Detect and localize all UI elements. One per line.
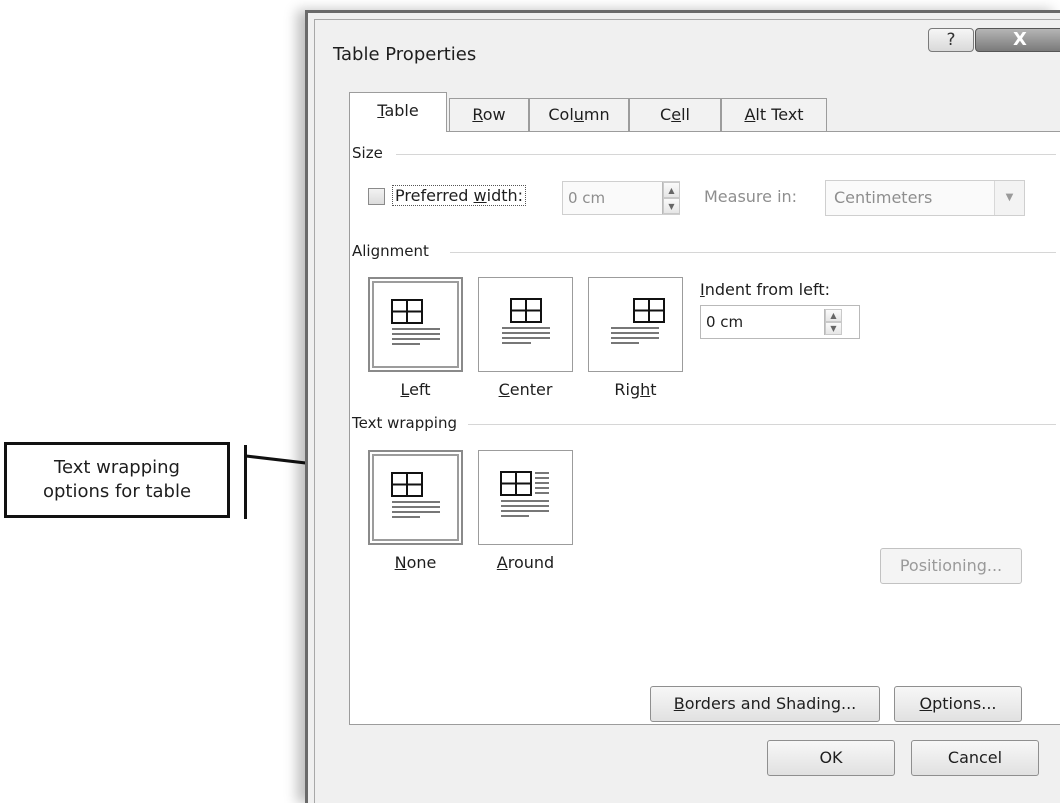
align-left-icon (391, 299, 440, 345)
wrap-around-icon (500, 471, 549, 517)
indent-spinner[interactable]: ▲ ▼ (824, 309, 842, 335)
chevron-down-icon[interactable]: ▼ (994, 181, 1024, 215)
align-left-label: Left (400, 380, 431, 399)
callout-line-2: options for table (42, 481, 192, 502)
text-wrapping-divider (468, 424, 1056, 425)
spin-up-icon[interactable]: ▲ (663, 182, 680, 198)
align-right-label: Right (614, 380, 657, 399)
measure-in-value: Centimeters (834, 188, 933, 207)
dialog-title: Table Properties (333, 44, 477, 65)
align-center-option[interactable] (478, 277, 573, 372)
tab-column[interactable]: Column (529, 98, 629, 131)
tab-row[interactable]: Row (449, 98, 529, 131)
callout-line-1: Text wrapping (54, 457, 180, 478)
close-icon: X (1013, 29, 1027, 50)
tab-alt-text[interactable]: Alt Text (721, 98, 827, 131)
alignment-section-label: Alignment (352, 242, 435, 260)
indent-from-left-label: Indent from left: (700, 280, 830, 299)
wrap-none-label: None (394, 553, 437, 572)
wrap-none-option[interactable] (368, 450, 463, 545)
dialog-frame: Table Properties ? X Table Row Column Ce… (314, 19, 1060, 803)
alignment-divider (450, 252, 1056, 253)
wrap-none-icon (391, 472, 440, 518)
tab-table[interactable]: Table (349, 92, 447, 132)
cancel-button[interactable]: Cancel (911, 740, 1039, 776)
align-right-icon (611, 298, 665, 344)
callout-box: Text wrapping options for table (4, 442, 230, 518)
close-button[interactable]: X (975, 28, 1060, 52)
borders-and-shading-button[interactable]: Borders and Shading... (650, 686, 880, 722)
spin-down-icon[interactable]: ▼ (825, 322, 842, 335)
table-tab-panel: Size Preferred width: 0 cm ▲ ▼ Measure i… (349, 131, 1060, 725)
help-button[interactable]: ? (928, 28, 974, 52)
table-properties-dialog: Table Properties ? X Table Row Column Ce… (305, 10, 1060, 803)
align-left-option[interactable] (368, 277, 463, 372)
preferred-width-label[interactable]: Preferred width: (392, 185, 527, 206)
tab-cell[interactable]: Cell (629, 98, 721, 131)
align-center-label: Center (498, 380, 553, 399)
size-divider (396, 154, 1056, 155)
preferred-width-checkbox[interactable] (368, 188, 385, 205)
wrap-around-label: Around (496, 553, 555, 572)
positioning-button[interactable]: Positioning... (880, 548, 1022, 584)
callout-bracket (244, 445, 247, 519)
preferred-width-spinner[interactable]: ▲ ▼ (662, 182, 680, 214)
ok-button[interactable]: OK (767, 740, 895, 776)
size-section-label: Size (352, 144, 389, 162)
options-button[interactable]: Options... (894, 686, 1022, 722)
wrap-around-option[interactable] (478, 450, 573, 545)
spin-up-icon[interactable]: ▲ (825, 309, 842, 322)
align-center-icon (502, 298, 550, 344)
measure-in-label: Measure in: (704, 187, 798, 206)
text-wrapping-section-label: Text wrapping (352, 414, 463, 432)
spin-down-icon[interactable]: ▼ (663, 198, 680, 214)
help-icon: ? (946, 30, 956, 50)
align-right-option[interactable] (588, 277, 683, 372)
measure-in-select[interactable]: Centimeters ▼ (825, 180, 1025, 216)
